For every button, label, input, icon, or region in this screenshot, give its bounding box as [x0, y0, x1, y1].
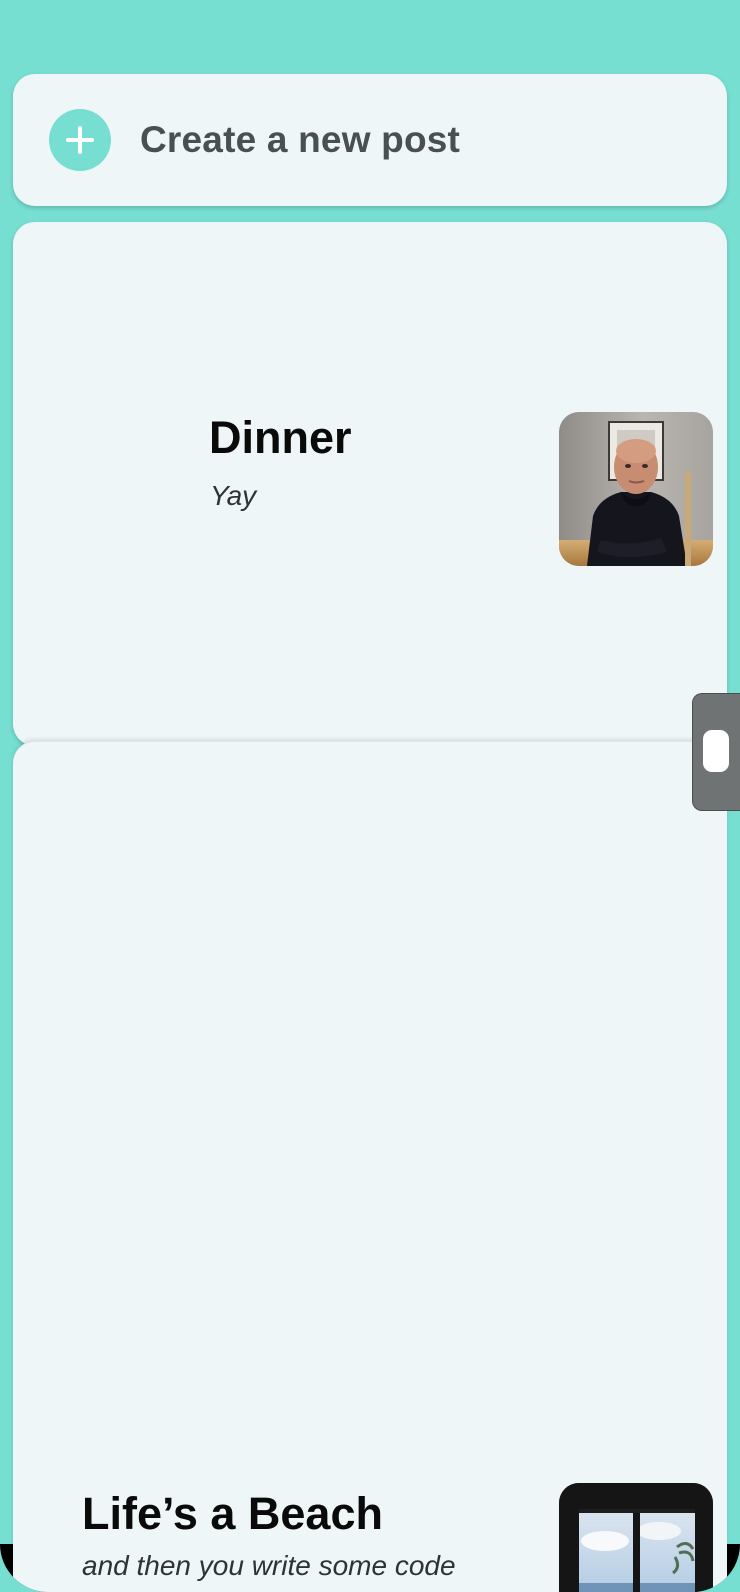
post-thumbnail[interactable]	[559, 412, 713, 566]
beach-window-image	[559, 1483, 713, 1592]
post-subtitle: Yay	[210, 480, 257, 511]
post-title: Dinner	[209, 412, 352, 463]
create-post-button[interactable]: Create a new post	[13, 74, 727, 206]
scroll-thumb[interactable]	[703, 730, 729, 772]
app-screen: Create a new post Dinner Yay Life’s a Be…	[0, 0, 740, 1592]
post-thumbnail[interactable]	[559, 1483, 713, 1592]
scroll-handle[interactable]	[692, 693, 740, 811]
man-photo-image	[559, 412, 713, 566]
post-card-dinner[interactable]: Dinner Yay	[13, 222, 727, 746]
post-subtitle: and then you write some code	[82, 1550, 456, 1581]
post-title: Life’s a Beach	[82, 1488, 383, 1539]
post-card-beach[interactable]: Life’s a Beach and then you write some c…	[13, 741, 727, 1592]
create-post-label: Create a new post	[140, 119, 461, 160]
plus-icon	[49, 109, 111, 171]
